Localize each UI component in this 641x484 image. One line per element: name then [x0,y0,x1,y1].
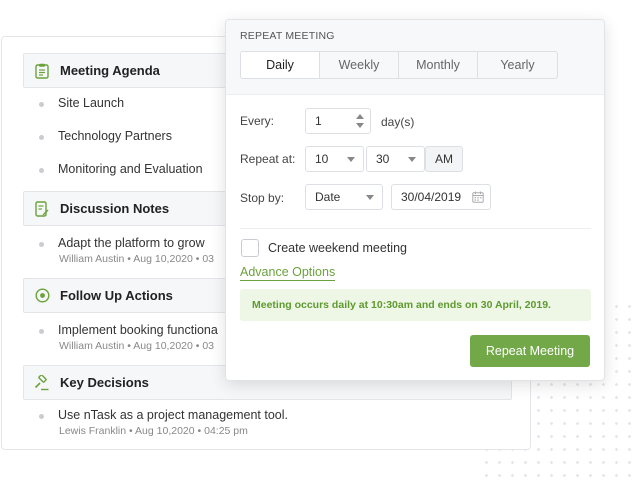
repeat-meeting-button[interactable]: Repeat Meeting [470,335,590,367]
item-meta: William Austin • Aug 10,2020 • 03 [59,253,215,265]
section-title: Follow Up Actions [60,288,173,303]
every-unit: day(s) [381,115,415,129]
chevron-down-icon [366,195,374,200]
item-meta: William Austin • Aug 10,2020 • 03 [59,340,215,352]
minute-select[interactable]: 30 [366,146,425,172]
stop-by-select[interactable]: Date [305,184,383,210]
target-icon [34,288,50,304]
section-title: Meeting Agenda [60,63,160,78]
every-value: 1 [315,114,322,128]
edit-note-icon [34,200,50,217]
section-title: Discussion Notes [60,201,170,216]
every-stepper[interactable]: 1 [305,108,371,134]
hour-select[interactable]: 10 [305,146,364,172]
every-label: Every: [240,114,275,128]
list-item[interactable]: Technology Partners [39,129,172,143]
tab-yearly[interactable]: Yearly [478,52,557,78]
weekend-checkbox[interactable] [241,239,259,257]
stepper-arrows-icon[interactable] [356,114,364,128]
repeat-meeting-dialog: REPEAT MEETING Daily Weekly Monthly Year… [225,19,605,381]
tab-monthly[interactable]: Monthly [399,52,478,78]
clipboard-icon [34,63,50,79]
repeat-summary-notice: Meeting occurs daily at 10:30am and ends… [240,289,591,321]
chevron-down-icon [408,157,416,162]
frequency-tabs: Daily Weekly Monthly Yearly [240,51,558,79]
chevron-down-icon [347,157,355,162]
divider [240,228,591,229]
weekend-checkbox-label[interactable]: Create weekend meeting [268,241,407,255]
list-item[interactable]: Implement booking functiona [39,323,218,337]
list-item[interactable]: Use nTask as a project management tool. [39,408,288,422]
stop-by-label: Stop by: [240,191,285,205]
stop-by-value: Date [315,190,341,204]
list-item[interactable]: Adapt the platform to grow [39,236,205,250]
ampm-toggle[interactable]: AM [425,146,463,172]
tab-weekly[interactable]: Weekly [320,52,399,78]
tab-daily[interactable]: Daily [241,52,320,78]
calendar-icon[interactable] [472,191,484,206]
dialog-title: REPEAT MEETING [240,30,335,42]
minute-value: 30 [376,152,390,166]
stop-date-input[interactable]: 30/04/2019 [391,184,491,210]
item-meta: Lewis Franklin • Aug 10,2020 • 04:25 pm [59,425,248,437]
section-title: Key Decisions [60,375,149,390]
list-item[interactable]: Monitoring and Evaluation [39,162,203,176]
list-item[interactable]: Site Launch [38,96,124,110]
gavel-icon [34,374,50,391]
repeat-at-label: Repeat at: [240,152,296,166]
hour-value: 10 [315,152,329,166]
advance-options-link[interactable]: Advance Options [240,265,336,281]
stop-date-value: 30/04/2019 [401,190,462,204]
